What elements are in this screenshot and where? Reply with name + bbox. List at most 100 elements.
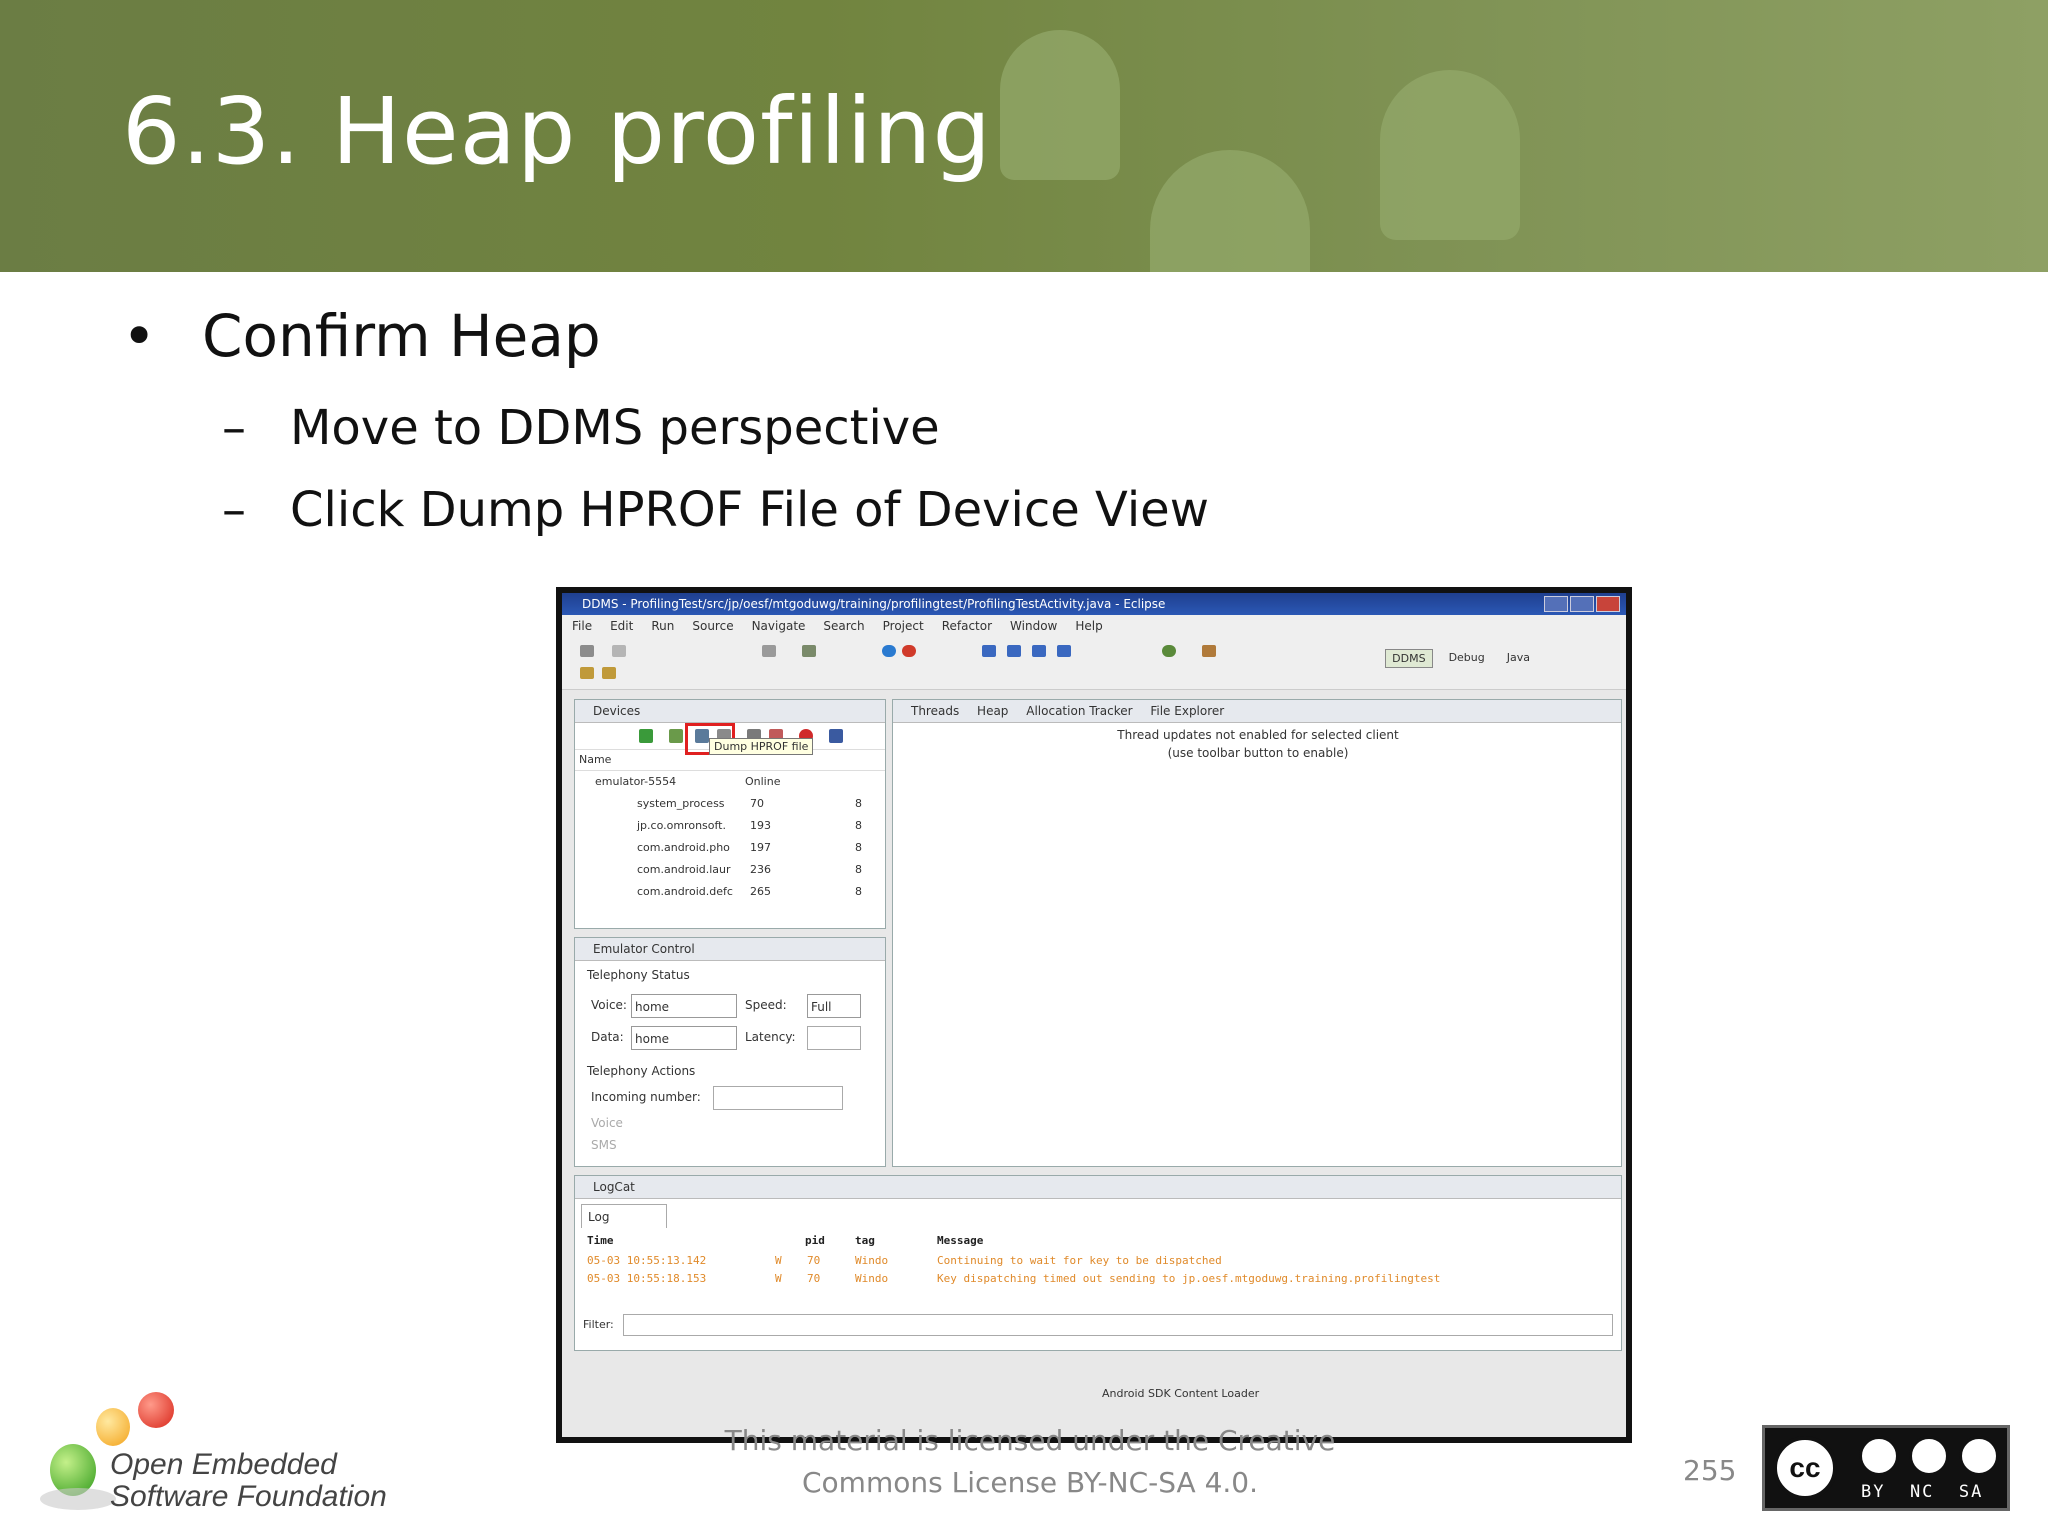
- debug-process-icon[interactable]: [639, 729, 653, 743]
- window-title: DDMS - ProfilingTest/src/jp/oesf/mtgoduw…: [582, 597, 1166, 611]
- menu-source[interactable]: Source: [692, 615, 733, 637]
- logo-line1: Open Embedded: [110, 1448, 337, 1481]
- voice-label: Voice:: [591, 998, 627, 1012]
- voice-select[interactable]: home: [631, 994, 737, 1018]
- menu-help[interactable]: Help: [1075, 615, 1102, 637]
- process-row[interactable]: system_process 70 8: [575, 793, 885, 815]
- logo-swoosh-icon: [40, 1488, 116, 1510]
- window-controls: [1544, 596, 1620, 612]
- process-row[interactable]: jp.co.omronsoft. 193 8: [575, 815, 885, 837]
- log-subtab[interactable]: Log: [581, 1204, 667, 1228]
- status-bar-text: Android SDK Content Loader: [1102, 1387, 1260, 1400]
- step-return-icon[interactable]: [1057, 645, 1071, 657]
- right-tab-bar: Threads Heap Allocation Tracker File Exp…: [893, 700, 1621, 723]
- process-pid: 193: [750, 819, 771, 832]
- log-message: Continuing to wait for key to be dispatc…: [937, 1254, 1222, 1267]
- radio-voice[interactable]: Voice: [591, 1116, 623, 1130]
- perspective-debug[interactable]: Debug: [1443, 649, 1491, 668]
- bullet-text: Confirm Heap: [202, 302, 601, 370]
- external-tools-icon[interactable]: [982, 645, 996, 657]
- sub-bullet-text: Click Dump HPROF File of Device View: [290, 482, 1209, 538]
- update-heap-icon[interactable]: [669, 729, 683, 743]
- process-port: 8: [855, 797, 862, 810]
- incoming-number-input[interactable]: [713, 1086, 843, 1110]
- print-icon[interactable]: [762, 645, 776, 657]
- menu-run[interactable]: Run: [651, 615, 674, 637]
- latency-select[interactable]: [807, 1026, 861, 1050]
- step-over-icon[interactable]: [1032, 645, 1046, 657]
- android-sdk-icon[interactable]: [802, 645, 816, 657]
- log-time: 05-03 10:55:13.142: [587, 1254, 707, 1267]
- emulator-control-view: Emulator Control Telephony Status Voice:…: [574, 937, 886, 1167]
- radio-sms[interactable]: SMS: [591, 1138, 617, 1152]
- log-level: W: [775, 1254, 782, 1267]
- eclipse-screenshot: DDMS - ProfilingTest/src/jp/oesf/mtgoduw…: [556, 587, 1632, 1443]
- dump-hprof-tooltip: Dump HPROF file: [709, 738, 814, 755]
- run-icon[interactable]: [902, 645, 916, 657]
- menu-edit[interactable]: Edit: [610, 615, 633, 637]
- slide-title: 6.3. Heap profiling: [122, 78, 992, 185]
- menu-project[interactable]: Project: [883, 615, 924, 637]
- telephony-status-heading: Telephony Status: [587, 968, 690, 982]
- cc-license-badge: cc BY NC SA: [1762, 1425, 2010, 1511]
- speed-select[interactable]: Full: [807, 994, 861, 1018]
- logcat-view: LogCat Log Time pid tag Message 05-03 10…: [574, 1175, 1622, 1351]
- process-row[interactable]: com.android.defc 265 8: [575, 881, 885, 903]
- menu-file[interactable]: File: [572, 615, 592, 637]
- logcat-tab[interactable]: LogCat: [575, 1176, 1621, 1199]
- tab-allocation-tracker[interactable]: Allocation Tracker: [1026, 704, 1132, 718]
- sub-bullet-ddms: – Move to DDMS perspective: [222, 400, 940, 456]
- data-select[interactable]: home: [631, 1026, 737, 1050]
- minimize-button[interactable]: [1544, 596, 1568, 612]
- tab-file-explorer[interactable]: File Explorer: [1150, 704, 1224, 718]
- cc-icon: cc: [1773, 1436, 1837, 1500]
- step-icon[interactable]: [1007, 645, 1021, 657]
- tab-threads[interactable]: Threads: [911, 704, 959, 718]
- search-icon[interactable]: [1202, 645, 1216, 657]
- header-band: 6.3. Heap profiling: [0, 0, 2048, 272]
- tab-heap[interactable]: Heap: [977, 704, 1008, 718]
- device-name: emulator-5554: [595, 775, 677, 788]
- device-row[interactable]: emulator-5554 Online: [575, 771, 885, 793]
- process-pid: 265: [750, 885, 771, 898]
- save-icon[interactable]: [612, 645, 626, 657]
- process-port: 8: [855, 841, 862, 854]
- bullet-marker: •: [122, 302, 157, 370]
- log-tag: Windo: [855, 1272, 889, 1285]
- page-number: 255: [1683, 1454, 1737, 1487]
- refresh-icon[interactable]: [1162, 645, 1176, 657]
- screen-capture-icon[interactable]: [829, 729, 843, 743]
- perspective-ddms[interactable]: DDMS: [1385, 649, 1433, 668]
- emulator-control-tab[interactable]: Emulator Control: [575, 938, 885, 961]
- open-type-icon[interactable]: [580, 667, 594, 679]
- process-row[interactable]: com.android.laur 236 8: [575, 859, 885, 881]
- new-icon[interactable]: [580, 645, 594, 657]
- menu-navigate[interactable]: Navigate: [752, 615, 806, 637]
- close-button[interactable]: [1596, 596, 1620, 612]
- process-row[interactable]: com.android.pho 197 8: [575, 837, 885, 859]
- log-col-message: Message: [937, 1234, 984, 1247]
- bullet-confirm-heap: • Confirm Heap: [122, 302, 601, 370]
- log-message: Key dispatching timed out sending to jp.…: [937, 1272, 1441, 1285]
- filter-input[interactable]: [623, 1314, 1613, 1336]
- menu-search[interactable]: Search: [823, 615, 864, 637]
- android-robot-icon: [1000, 30, 1120, 180]
- process-port: 8: [855, 863, 862, 876]
- logcat-label: LogCat: [593, 1180, 635, 1194]
- sub-bullet-text: Move to DDMS perspective: [290, 400, 940, 456]
- latency-label: Latency:: [745, 1030, 796, 1044]
- log-pid: 70: [807, 1272, 821, 1285]
- debug-icon[interactable]: [882, 645, 896, 657]
- menu-window[interactable]: Window: [1010, 615, 1057, 637]
- open-folder-icon[interactable]: [602, 667, 616, 679]
- device-status: Online: [745, 775, 781, 788]
- perspective-java[interactable]: Java: [1501, 649, 1536, 668]
- process-name: com.android.pho: [637, 841, 730, 854]
- filter-label: Filter:: [583, 1318, 614, 1331]
- maximize-button[interactable]: [1570, 596, 1594, 612]
- thread-message-line1: Thread updates not enabled for selected …: [1117, 728, 1399, 742]
- menu-refactor[interactable]: Refactor: [942, 615, 992, 637]
- process-name: com.android.defc: [637, 885, 733, 898]
- process-name: jp.co.omronsoft.: [637, 819, 726, 832]
- devices-tab[interactable]: Devices: [575, 700, 885, 723]
